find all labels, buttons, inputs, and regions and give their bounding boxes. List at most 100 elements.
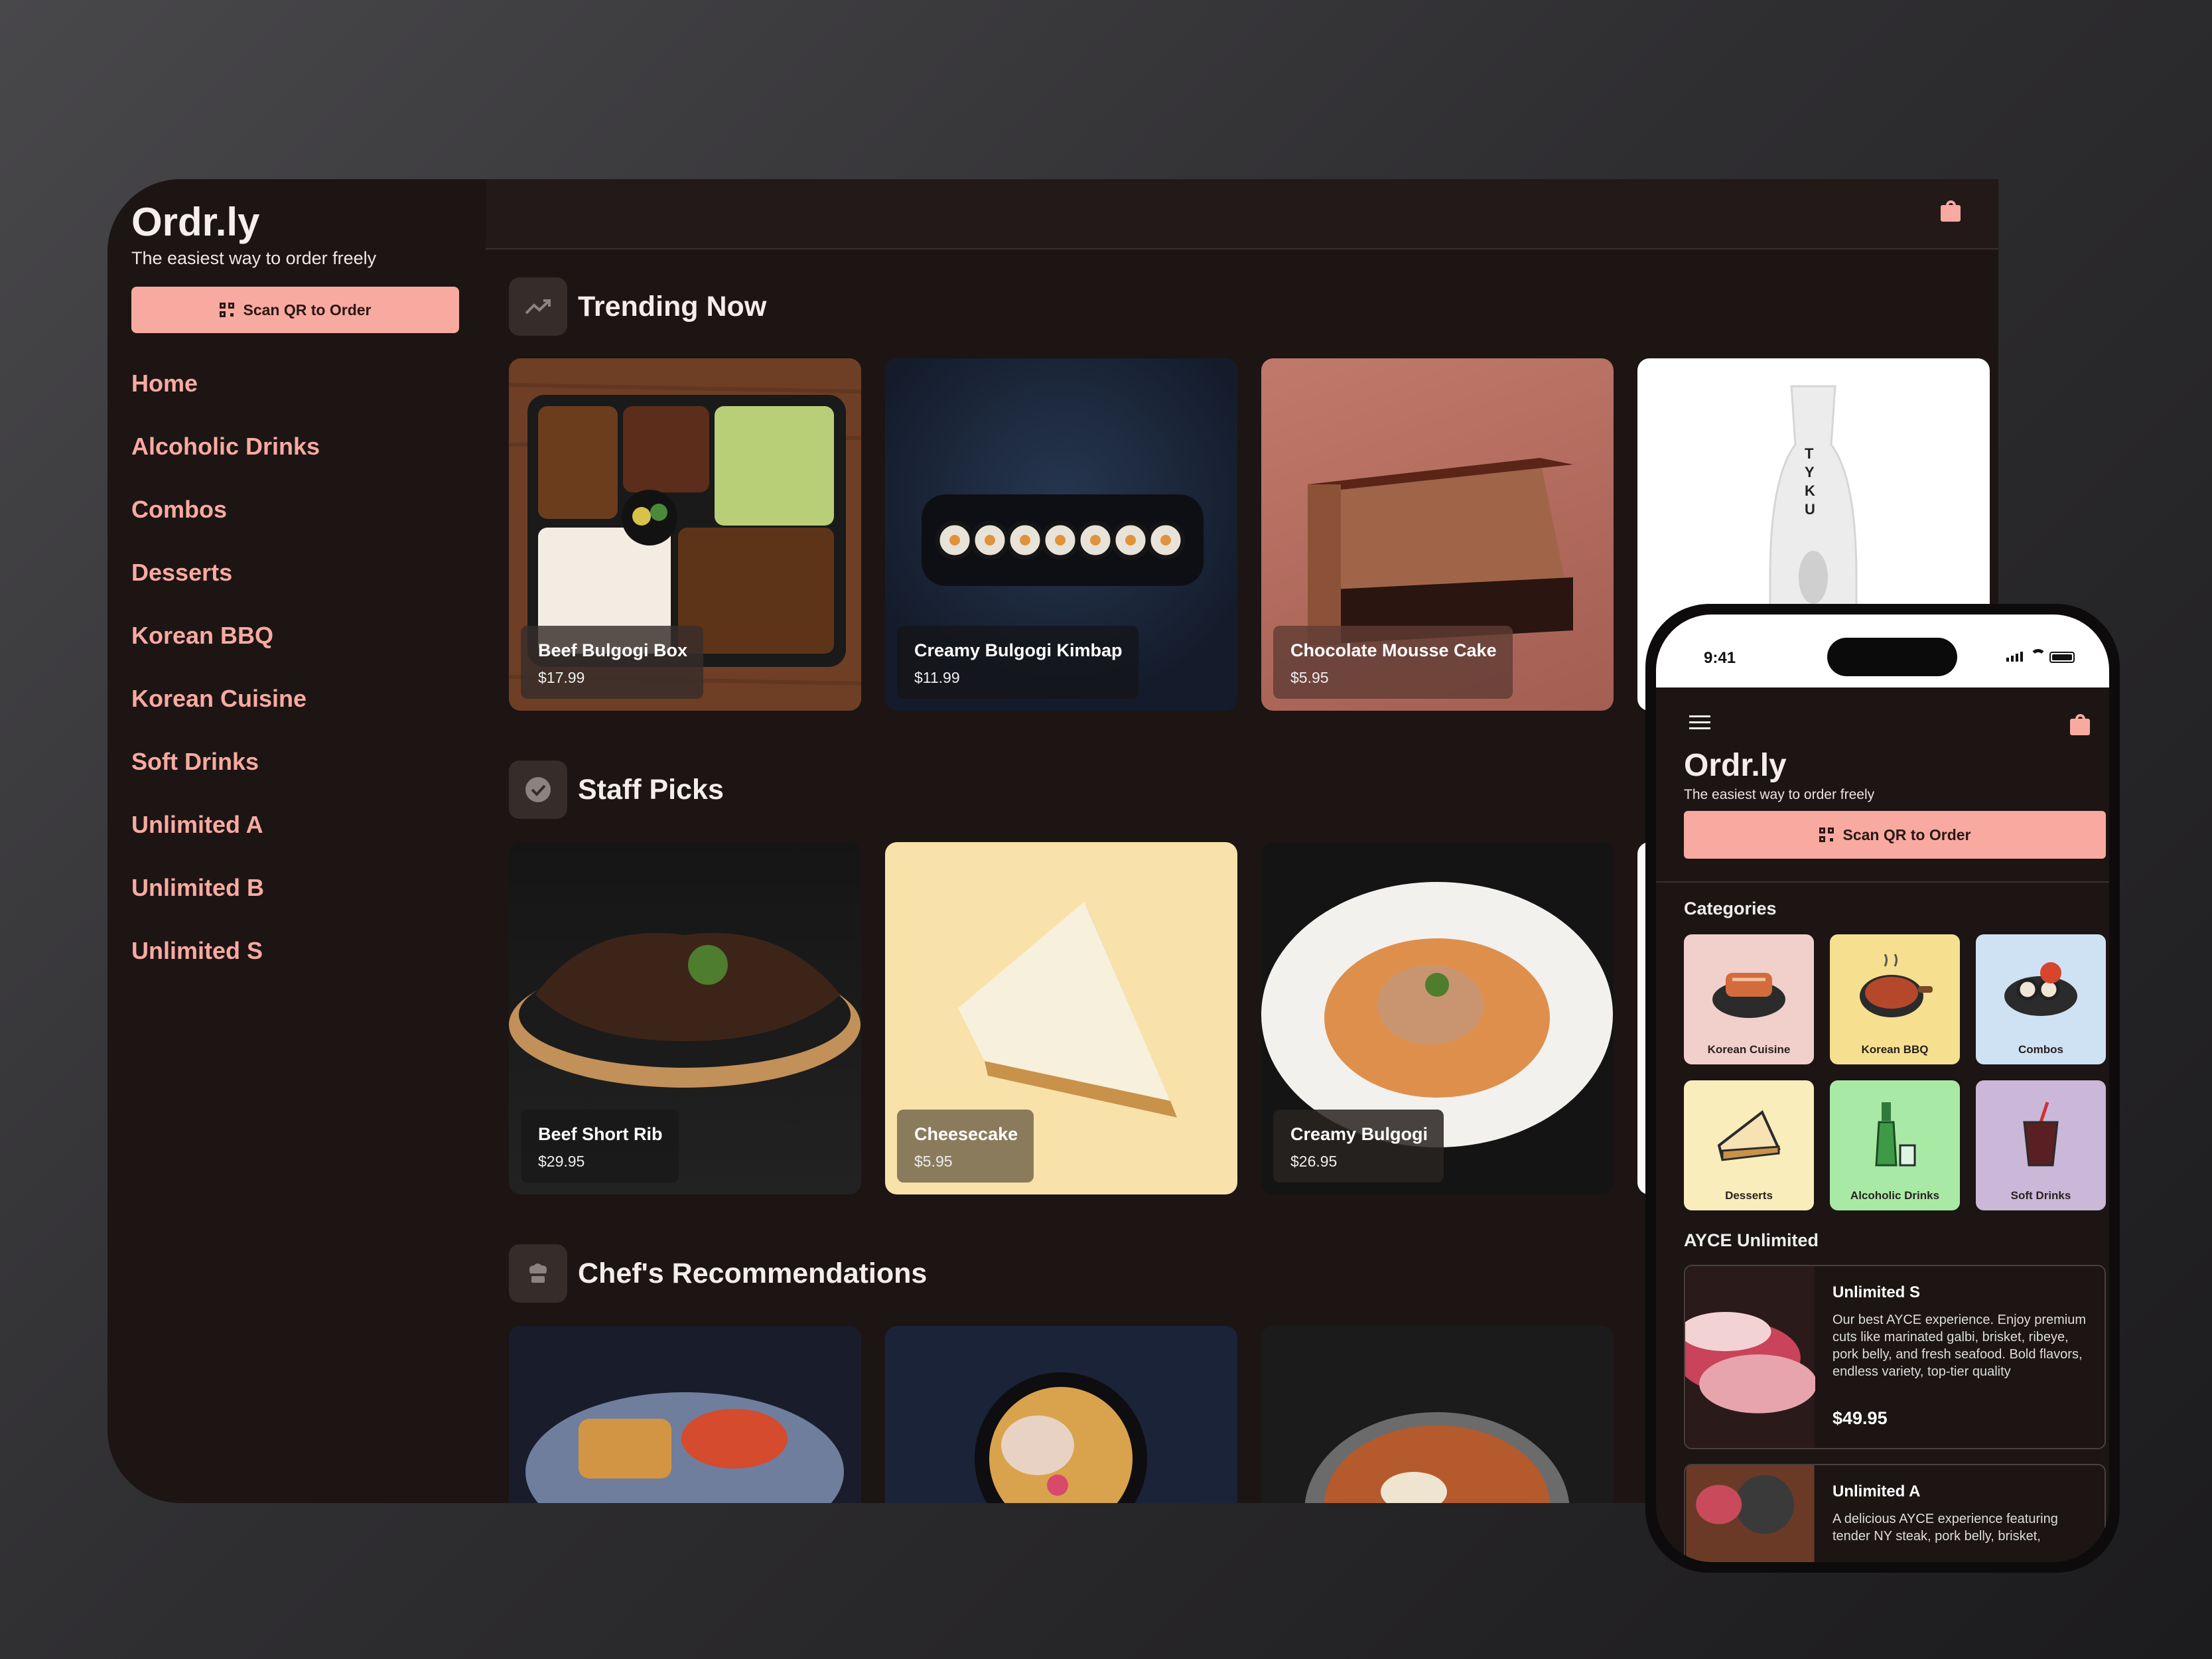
- sidebar-item-unlimited-b[interactable]: Unlimited B: [131, 876, 320, 939]
- scan-qr-label: Scan QR to Order: [243, 301, 372, 319]
- ayce-description: Our best AYCE experience. Enjoy premium …: [1832, 1313, 2087, 1379]
- cellular-signal-icon: [2006, 652, 2023, 662]
- tonkatsu-plate-image: [525, 1392, 844, 1503]
- ayce-card-unlimited-s[interactable]: Unlimited S Our best AYCE experience. En…: [1684, 1265, 2106, 1449]
- ayce-price: $49.95: [1832, 1408, 1888, 1428]
- category-label: Soft Drinks: [2010, 1189, 2071, 1202]
- divider: [1656, 881, 2109, 883]
- sidebar-item-alcoholic-drinks[interactable]: Alcoholic Drinks: [131, 435, 320, 498]
- category-korean-bbq[interactable]: Korean BBQ: [1830, 934, 1960, 1064]
- category-label: Korean BBQ: [1861, 1043, 1929, 1056]
- scan-qr-button[interactable]: Scan QR to Order: [131, 287, 459, 333]
- item-price: $5.95: [914, 1153, 953, 1170]
- dynamic-island: [1827, 638, 1957, 676]
- category-label: Alcoholic Drinks: [1850, 1189, 1940, 1202]
- category-desserts[interactable]: Desserts: [1684, 1080, 1814, 1210]
- sidebar-nav: Home Alcoholic Drinks Combos Desserts Ko…: [131, 372, 320, 1002]
- section-header-chefs-recommendations: Chef's Recommendations: [509, 1244, 927, 1303]
- sidebar-item-soft-drinks[interactable]: Soft Drinks: [131, 750, 320, 813]
- item-label: Cheesecake $5.95: [897, 1110, 1034, 1183]
- ayce-name: Unlimited A: [1832, 1482, 1921, 1500]
- categories-title: Categories: [1684, 899, 1777, 918]
- item-name: Creamy Bulgogi Kimbap: [914, 640, 1123, 660]
- ayce-card-unlimited-a[interactable]: Unlimited A A delicious AYCE experience …: [1684, 1464, 2106, 1562]
- hamburger-menu-icon[interactable]: [1689, 715, 1710, 730]
- categories-grid: Korean Cuisine Korean BBQ Combos Dessert…: [1684, 934, 2108, 1210]
- menu-card-cheesecake[interactable]: Cheesecake $5.95: [885, 842, 1237, 1194]
- sidebar-item-unlimited-a[interactable]: Unlimited A: [131, 813, 320, 876]
- status-time: 9:41: [1704, 649, 1736, 667]
- menu-card-creamy-bulgogi[interactable]: Creamy Bulgogi $26.95: [1261, 842, 1614, 1194]
- item-price: $26.95: [1290, 1153, 1338, 1170]
- sidebar-item-korean-bbq[interactable]: Korean BBQ: [131, 624, 320, 687]
- item-label: Creamy Bulgogi $26.95: [1273, 1110, 1444, 1183]
- category-label: Desserts: [1725, 1189, 1773, 1202]
- menu-card-chocolate-mousse-cake[interactable]: Chocolate Mousse Cake $5.95: [1261, 358, 1614, 711]
- phone-screen: 9:41 Ordr.ly The easiest way to order fr…: [1656, 614, 2109, 1562]
- chefs-recommendations-row: [509, 1326, 1614, 1503]
- meat-slices-image: [1685, 1266, 1815, 1448]
- menu-card-beef-short-rib[interactable]: Beef Short Rib $29.95: [509, 842, 861, 1194]
- category-korean-cuisine[interactable]: Korean Cuisine: [1684, 934, 1814, 1064]
- korean-bbq-icon: [1860, 954, 1933, 1017]
- item-price: $29.95: [538, 1153, 585, 1170]
- chef-hat-icon: [509, 1244, 567, 1303]
- bottle-label: TYKU: [1805, 445, 1815, 518]
- status-bar: 9:41: [1656, 614, 2109, 687]
- bbq-table-image: [1686, 1465, 1815, 1562]
- korean-cuisine-icon: [1712, 973, 1785, 1018]
- category-label: Combos: [2018, 1043, 2063, 1056]
- top-bar: [486, 179, 1998, 250]
- section-title: Trending Now: [578, 290, 767, 323]
- menu-card-chef-3[interactable]: [1261, 1326, 1614, 1503]
- wifi-icon: [2030, 649, 2046, 660]
- brand-logo[interactable]: Ordr.ly: [131, 199, 259, 245]
- section-header-trending: Trending Now: [509, 277, 766, 336]
- sidebar-item-korean-cuisine[interactable]: Korean Cuisine: [131, 687, 320, 750]
- ramen-bowl-image: [975, 1372, 1147, 1503]
- ayce-description: A delicious AYCE experience featuring te…: [1832, 1512, 2058, 1544]
- item-label: Creamy Bulgogi Kimbap $11.99: [897, 626, 1139, 699]
- menu-card-chef-2[interactable]: [885, 1326, 1237, 1503]
- category-combos[interactable]: Combos: [1976, 934, 2106, 1064]
- sidebar-item-desserts[interactable]: Desserts: [131, 561, 320, 624]
- brand-tagline: The easiest way to order freely: [1684, 787, 1875, 802]
- item-label: Chocolate Mousse Cake $5.95: [1273, 626, 1513, 699]
- menu-card-creamy-bulgogi-kimbap[interactable]: Creamy Bulgogi Kimbap $11.99: [885, 358, 1237, 711]
- item-name: Cheesecake: [914, 1124, 1018, 1144]
- menu-card-beef-bulgogi-box[interactable]: Beef Bulgogi Box $17.99: [509, 358, 861, 711]
- category-soft-drinks[interactable]: Soft Drinks: [1976, 1080, 2106, 1210]
- staff-picks-row: Beef Short Rib $29.95 Cheesecake $5.95 C…: [509, 842, 1664, 1194]
- sidebar-item-combos[interactable]: Combos: [131, 498, 320, 561]
- section-title: Chef's Recommendations: [578, 1257, 928, 1289]
- category-label: Korean Cuisine: [1707, 1043, 1791, 1056]
- qr-code-icon: [219, 303, 234, 317]
- soft-drinks-icon: [2023, 1102, 2059, 1167]
- alcoholic-drinks-icon: [1875, 1102, 1916, 1167]
- brand-logo[interactable]: Ordr.ly: [1684, 747, 1787, 784]
- scan-qr-button[interactable]: Scan QR to Order: [1684, 811, 2106, 859]
- sidebar-item-unlimited-s[interactable]: Unlimited S: [131, 939, 320, 1002]
- section-header-staff-picks: Staff Picks: [509, 760, 724, 819]
- desserts-icon: [1717, 1110, 1781, 1161]
- menu-card-chef-1[interactable]: [509, 1326, 861, 1503]
- combos-icon: [2004, 962, 2077, 1016]
- sidebar-item-home[interactable]: Home: [131, 372, 320, 435]
- brand-tagline: The easiest way to order freely: [131, 248, 377, 268]
- battery-icon: [2049, 652, 2075, 663]
- item-price: $17.99: [538, 669, 585, 686]
- item-price: $11.99: [914, 669, 960, 686]
- shopping-bag-icon[interactable]: [1941, 200, 1961, 222]
- item-price: $5.95: [1290, 669, 1329, 686]
- stew-pot-image: [1304, 1412, 1570, 1503]
- item-name: Beef Short Rib: [538, 1124, 663, 1144]
- ayce-name: Unlimited S: [1832, 1283, 1921, 1301]
- category-alcoholic-drinks[interactable]: Alcoholic Drinks: [1830, 1080, 1960, 1210]
- scan-qr-label: Scan QR to Order: [1842, 826, 1971, 843]
- item-name: Chocolate Mousse Cake: [1290, 640, 1497, 660]
- section-title: Staff Picks: [578, 773, 724, 806]
- item-name: Creamy Bulgogi: [1290, 1124, 1428, 1144]
- ayce-title: AYCE Unlimited: [1684, 1230, 1819, 1250]
- shopping-bag-icon[interactable]: [2070, 714, 2090, 735]
- item-label: Beef Short Rib $29.95: [521, 1110, 679, 1183]
